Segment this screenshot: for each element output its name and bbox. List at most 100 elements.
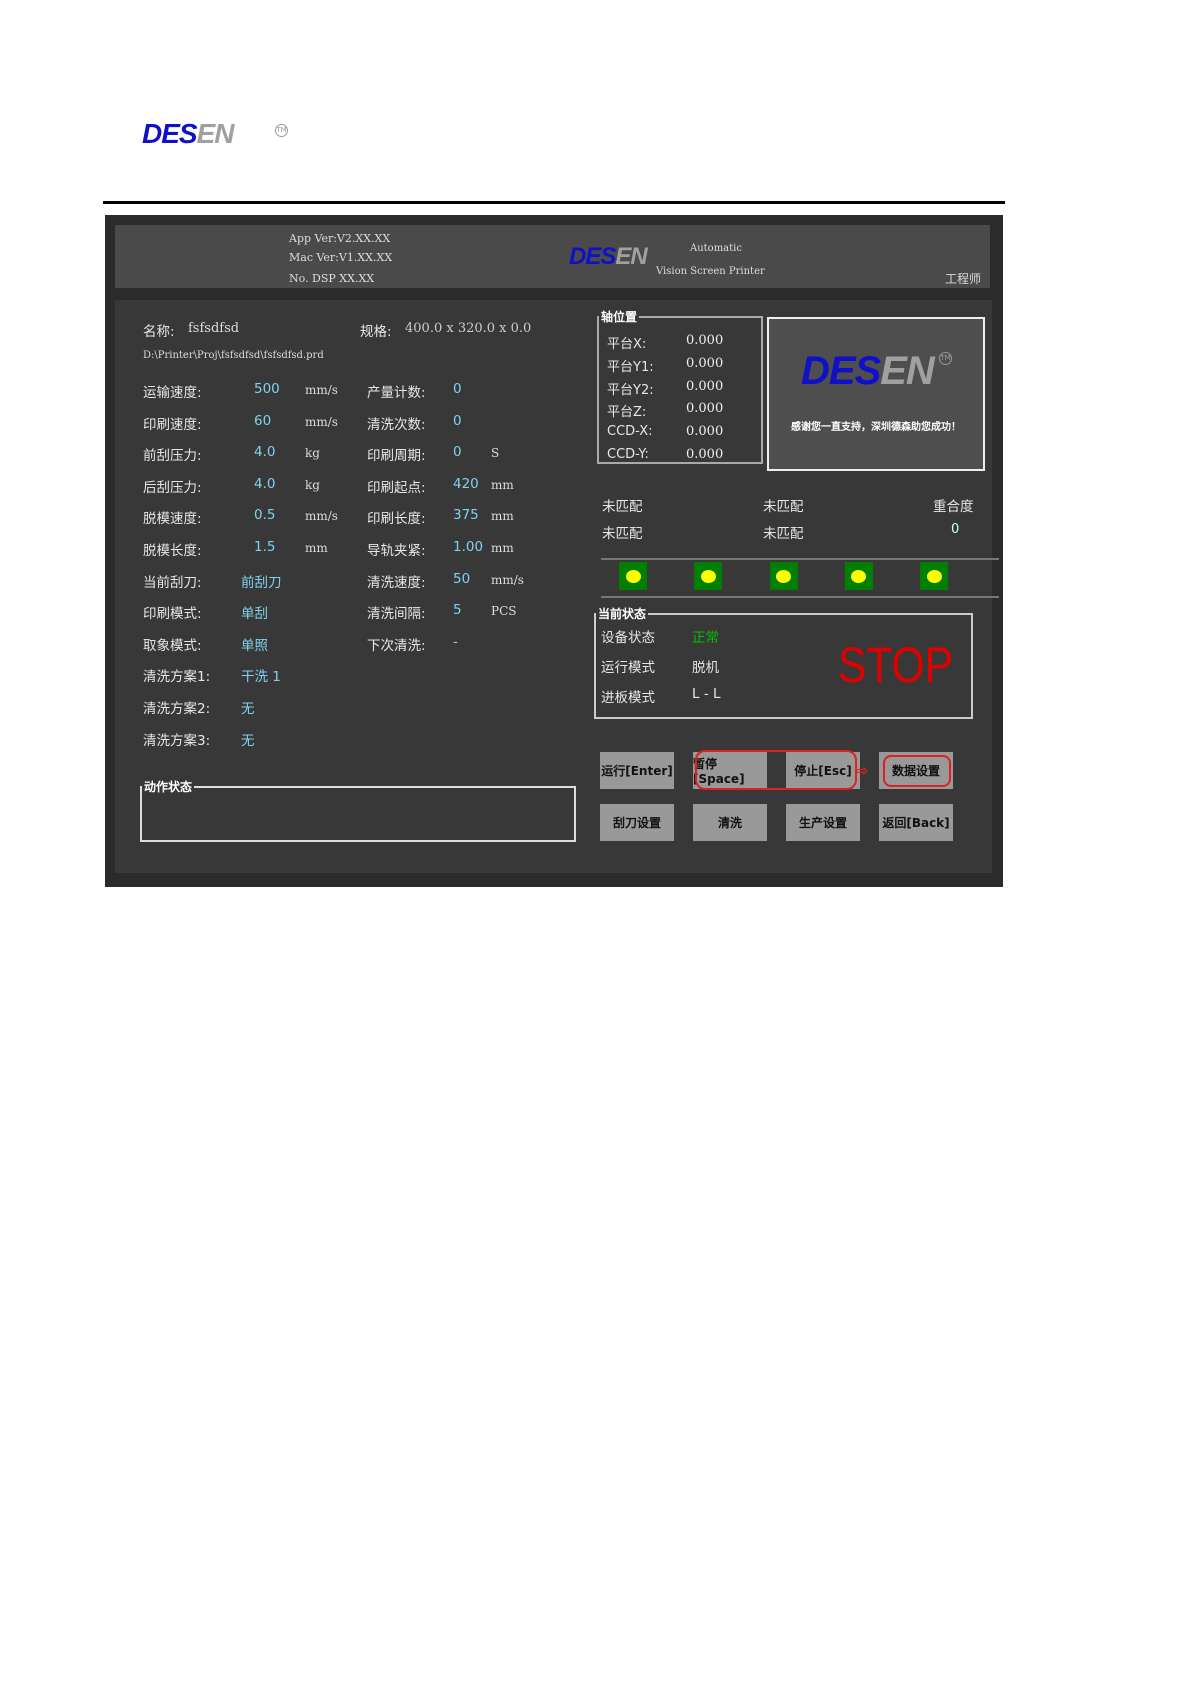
param-value[interactable]: 375 — [453, 507, 479, 523]
trademark-icon: TM — [939, 352, 952, 365]
param-value[interactable]: 1.5 — [254, 539, 275, 555]
param-unit: mm/s — [305, 414, 338, 429]
spec-label: 规格: — [360, 324, 392, 340]
logo-part: DES — [569, 243, 616, 270]
param-value[interactable]: 500 — [254, 381, 280, 397]
param-label: 清洗速度: — [367, 574, 426, 591]
divider — [601, 558, 999, 560]
param-unit: kg — [305, 477, 320, 492]
param-value[interactable]: 60 — [254, 413, 271, 429]
action-panel-title: 动作状态 — [142, 778, 195, 795]
stop-indicator: STOP — [838, 637, 953, 693]
action-button[interactable]: 生产设置 — [786, 804, 860, 841]
param-label: 取象模式: — [143, 637, 202, 654]
axis-label: CCD-X: — [607, 424, 653, 440]
match-status: 未匹配 — [763, 499, 804, 515]
feed-mode-value: L - L — [692, 686, 721, 702]
logo-part: EN — [615, 243, 647, 270]
param-value[interactable]: 0 — [453, 381, 462, 397]
trademark-icon: TM — [275, 124, 288, 137]
axis-label: CCD-Y: — [607, 447, 649, 462]
param-value[interactable]: 0 — [453, 413, 462, 429]
action-status-panel: 动作状态 — [140, 778, 576, 842]
axis-value: 0.000 — [686, 401, 724, 417]
param-value[interactable]: 4.0 — [254, 444, 275, 460]
param-value[interactable]: 单刮 — [241, 602, 268, 622]
light-dot-icon — [776, 569, 792, 583]
param-value[interactable]: 4.0 — [254, 476, 275, 492]
param-value[interactable]: 前刮刀 — [241, 571, 282, 591]
logo-part: DES — [801, 349, 881, 393]
param-label: 清洗次数: — [367, 416, 426, 433]
top-logo: DESEN — [142, 118, 235, 150]
param-label: 后刮压力: — [143, 479, 202, 496]
param-unit: mm/s — [491, 572, 524, 587]
brand-panel: DESEN TM 感谢您一直支持，深圳德森助您成功！ — [767, 317, 985, 471]
param-value[interactable]: - — [453, 634, 458, 650]
overlap-value: 0 — [951, 522, 960, 537]
action-button[interactable]: 清洗 — [693, 804, 767, 841]
axis-label: 平台Y2: — [607, 382, 654, 398]
slogan: 感谢您一直支持，深圳德森助您成功！ — [791, 422, 961, 433]
logo-part: EN — [880, 349, 935, 393]
param-value[interactable]: 无 — [241, 729, 255, 749]
divider — [601, 596, 999, 598]
device-status-value: 正常 — [692, 630, 719, 646]
main-panel: 名称: fsfsdfsd 规格: 400.0 x 320.0 x 0.0 D:\… — [115, 300, 999, 873]
current-status-panel: 当前状态 设备状态 正常 运行模式 脱机 进板模式 L - L STOP — [594, 605, 973, 719]
highlight-outline — [695, 750, 857, 790]
light-dot-icon — [926, 569, 942, 583]
param-value[interactable]: 50 — [453, 571, 470, 587]
status-panel-title: 当前状态 — [596, 605, 649, 622]
axis-panel-title: 轴位置 — [599, 308, 640, 325]
project-name: fsfsdfsd — [188, 321, 240, 336]
axis-label: 平台X: — [607, 337, 647, 352]
dsp-number: No. DSP XX.XX — [289, 272, 375, 285]
divider — [103, 201, 1005, 204]
param-unit: kg — [305, 446, 320, 461]
param-value[interactable]: 1.00 — [453, 539, 483, 555]
param-label: 运输速度: — [143, 385, 202, 401]
param-label: 清洗方案3: — [143, 732, 211, 749]
brand-panel-logo: DESEN — [801, 349, 935, 394]
logo-part: DES — [142, 118, 198, 149]
indicator-light — [619, 562, 647, 590]
param-value[interactable]: 0 — [453, 444, 462, 460]
axis-value: 0.000 — [686, 424, 724, 440]
param-label: 清洗间隔: — [367, 606, 426, 623]
param-label: 印刷速度: — [143, 416, 202, 433]
match-status: 未匹配 — [602, 526, 643, 542]
param-value[interactable]: 干洗 1 — [241, 665, 281, 685]
logo-part: EN — [196, 118, 235, 149]
action-button[interactable]: 返回[Back] — [879, 804, 953, 841]
action-button[interactable]: 运行[Enter] — [600, 752, 674, 789]
indicator-light — [920, 562, 949, 590]
name-label: 名称: — [143, 324, 175, 340]
light-dot-icon — [625, 569, 641, 583]
user-role[interactable]: 工程师 — [945, 270, 981, 287]
param-value[interactable]: 单照 — [241, 634, 268, 654]
param-unit: mm — [305, 541, 328, 555]
light-dot-icon — [851, 569, 867, 583]
overlap-label: 重合度 — [933, 499, 974, 515]
axis-value: 0.000 — [686, 378, 724, 394]
action-button[interactable]: 刮刀设置 — [600, 804, 674, 841]
axis-position-panel: 轴位置 平台X: 0.000 平台Y1: 0.000 平台Y2: 0.000 平台Z: 0.0… — [597, 308, 763, 464]
param-value[interactable]: 无 — [241, 697, 255, 717]
param-label: 清洗方案2: — [143, 701, 211, 717]
param-unit: mm — [491, 477, 514, 492]
axis-label: 平台Z: — [607, 405, 647, 421]
param-label: 清洗方案1: — [143, 669, 211, 686]
param-unit: mm — [491, 541, 514, 555]
param-value[interactable]: 420 — [453, 476, 479, 492]
axis-value: 0.000 — [686, 447, 724, 462]
spec-value: 400.0 x 320.0 x 0.0 — [405, 321, 532, 336]
header-bar: App Ver:V2.XX.XX Mac Ver:V1.XX.XX No. DS… — [115, 225, 990, 288]
param-value[interactable]: 0.5 — [254, 507, 275, 523]
param-label: 印刷起点: — [367, 479, 426, 496]
param-value[interactable]: 5 — [453, 602, 462, 618]
param-label: 印刷模式: — [143, 606, 202, 623]
feed-mode-label: 进板模式 — [601, 690, 655, 706]
app-version: App Ver:V2.XX.XX — [289, 232, 391, 245]
header-logo: DESEN — [569, 243, 648, 271]
